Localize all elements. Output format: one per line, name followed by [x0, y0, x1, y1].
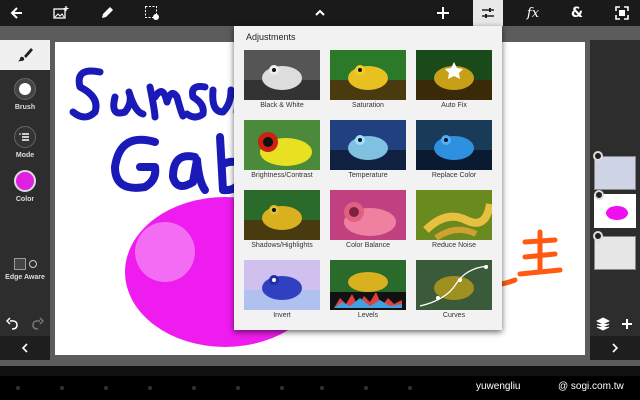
left-tool-panel: Brush Mode Color Edge Aware: [0, 40, 50, 360]
layer-thumb-background[interactable]: [593, 231, 636, 270]
chevron-right-icon: [612, 343, 619, 353]
edge-aware-label: Edge Aware: [5, 274, 45, 281]
color-label: Color: [15, 196, 35, 203]
plus-icon[interactable]: [428, 0, 458, 26]
samsung-scribble: [69, 67, 259, 121]
adj-auto-fix[interactable]: [416, 50, 492, 100]
mode-list-icon: [14, 126, 36, 148]
label-saturation: Saturation: [352, 102, 384, 109]
label-reduce-noise: Reduce Noise: [432, 242, 476, 249]
adjustments-title: Adjustments: [246, 32, 296, 42]
fx-icon[interactable]: fx: [518, 0, 548, 26]
label-curves: Curves: [442, 312, 466, 319]
top-toolbar: fx &: [0, 0, 640, 26]
label-replace-color: Replace Color: [431, 172, 477, 179]
label-color-balance: Color Balance: [346, 242, 390, 249]
color-tool[interactable]: Color: [0, 170, 50, 203]
label-auto-fix: Auto Fix: [441, 102, 467, 109]
adj-brightness-contrast[interactable]: [244, 120, 320, 170]
edge-aware-tool[interactable]: Edge Aware: [0, 258, 50, 281]
brush-label: Brush: [14, 104, 36, 111]
layer-thumb-magenta[interactable]: [594, 190, 636, 228]
brush-icon: [18, 48, 33, 62]
layer-thumb-text[interactable]: [593, 151, 636, 190]
adjustments-menu: Adjustments Black & White Saturation Aut…: [234, 26, 502, 330]
edge-aware-toggle-icon[interactable]: [0, 258, 50, 270]
collapse-left-button[interactable]: [0, 336, 50, 360]
layer-visibility-icon[interactable]: [594, 190, 604, 200]
undo-icon[interactable]: [5, 316, 20, 335]
adj-replace-color[interactable]: [416, 120, 492, 170]
layers-stack-icon[interactable]: [595, 316, 611, 335]
status-strip: [0, 366, 640, 376]
collapse-right-button[interactable]: [590, 336, 640, 360]
fullscreen-icon[interactable]: [607, 0, 637, 26]
back-arrow-icon[interactable]: [2, 0, 32, 26]
chevron-left-icon: [21, 343, 28, 353]
adj-black-white[interactable]: [244, 50, 320, 100]
adj-levels[interactable]: [330, 260, 406, 310]
adj-reduce-noise[interactable]: [416, 190, 492, 240]
label-invert: Invert: [273, 312, 291, 319]
select-settings-icon[interactable]: [137, 0, 167, 26]
add-image-icon[interactable]: [46, 0, 76, 26]
label-levels: Levels: [357, 312, 379, 319]
watermark-user: yuwengliu: [476, 381, 521, 392]
mode-tool[interactable]: Mode: [0, 126, 50, 159]
layers-panel: [590, 40, 640, 360]
system-navbar: [0, 376, 640, 400]
chevron-up-icon[interactable]: [305, 0, 335, 26]
adj-shadows-highlights[interactable]: [244, 190, 320, 240]
brush-tab[interactable]: [0, 40, 50, 70]
label-brightness-contrast: Brightness/Contrast: [251, 172, 313, 179]
adj-curves[interactable]: [416, 260, 492, 310]
mode-label: Mode: [15, 152, 35, 159]
color-swatch-icon: [14, 170, 36, 192]
adj-color-balance[interactable]: [330, 190, 406, 240]
adj-invert[interactable]: [244, 260, 320, 310]
label-shadows-highlights: Shadows/Highlights: [251, 242, 313, 249]
redo-icon[interactable]: [30, 316, 45, 335]
adj-temperature[interactable]: [330, 120, 406, 170]
label-black-white: Black & White: [260, 102, 304, 109]
sliders-icon[interactable]: [473, 0, 503, 26]
pencil-icon[interactable]: [92, 0, 122, 26]
label-temperature: Temperature: [348, 172, 388, 179]
brush-size-icon: [14, 78, 36, 100]
add-layer-icon[interactable]: [620, 316, 634, 335]
watermark-site: @ sogi.com.tw: [558, 381, 624, 392]
brush-tool[interactable]: Brush: [0, 78, 50, 111]
layer-visibility-icon[interactable]: [593, 151, 603, 161]
layer-visibility-icon[interactable]: [593, 231, 603, 241]
gab-scribble: [111, 133, 247, 195]
ampersand-icon[interactable]: &: [562, 0, 592, 26]
adj-saturation[interactable]: [330, 50, 406, 100]
